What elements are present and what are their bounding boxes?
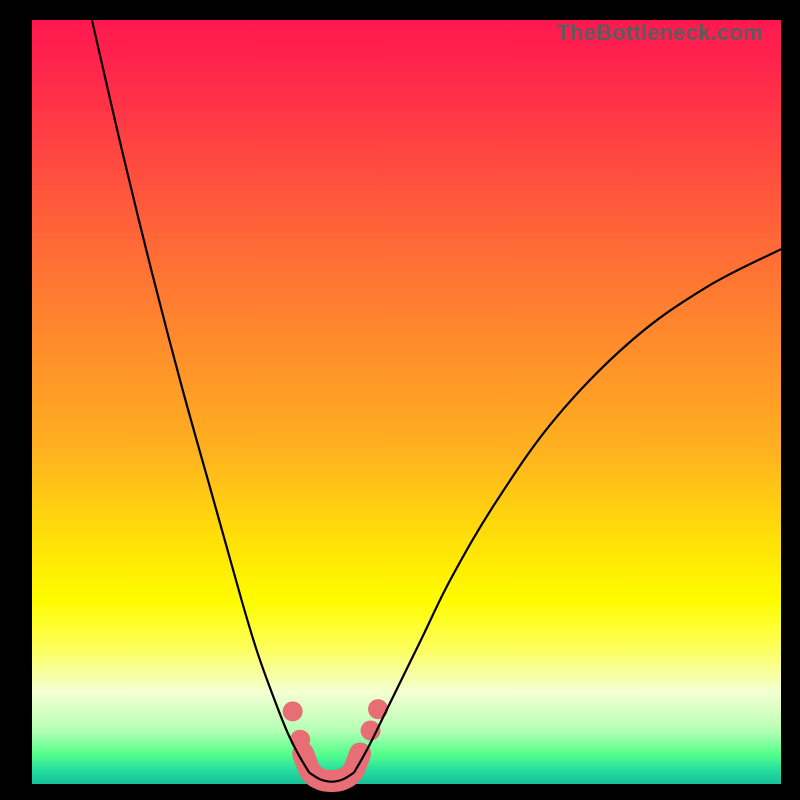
marker-dots: [283, 699, 388, 791]
curve-left: [92, 20, 309, 773]
plot-area: TheBottleneck.com: [32, 20, 781, 784]
curve-right: [354, 249, 781, 772]
marker-dot: [368, 699, 388, 719]
chart-svg: [32, 20, 781, 784]
chart-frame: TheBottleneck.com: [0, 0, 800, 800]
marker-dot: [283, 701, 303, 721]
